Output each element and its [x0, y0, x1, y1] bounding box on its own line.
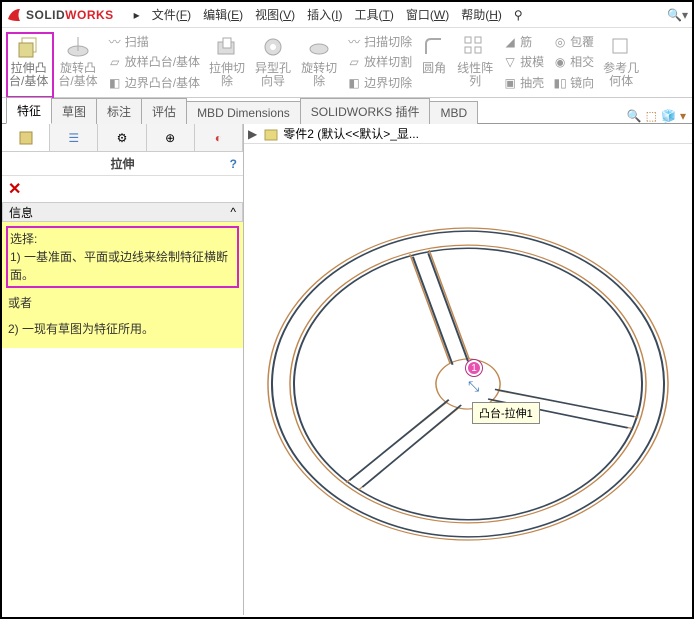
feature-tree-icon	[17, 129, 35, 147]
tab-evaluate[interactable]: 评估	[141, 98, 187, 124]
tab-annotate[interactable]: 标注	[96, 98, 142, 124]
pm-tab-config[interactable]: ⚙	[98, 124, 146, 151]
property-manager: ☰ ⚙ ⊕ ◐ 拉伸 ? ✕ 信息 ^ 选择: 1) 一基准面、平面或边线来绘制…	[2, 124, 244, 615]
command-tabs: 特征 草图 标注 评估 MBD Dimensions SOLIDWORKS 插件…	[2, 98, 692, 124]
loft-icon: ▱	[107, 55, 123, 71]
shell-button[interactable]: ▣抽壳	[499, 75, 547, 93]
expand-icon[interactable]: ▶	[248, 127, 257, 141]
linear-pattern-button[interactable]: 线性阵列	[453, 32, 497, 97]
part-icon	[263, 126, 279, 142]
tab-sketch[interactable]: 草图	[51, 98, 97, 124]
loft-button[interactable]: ▱放样凸台/基体	[104, 54, 203, 72]
pm-title: 拉伸 ?	[2, 152, 243, 176]
shell-icon: ▣	[502, 76, 518, 92]
reference-geometry-button[interactable]: 参考几何体	[599, 32, 643, 97]
pm-section-body: 选择: 1) 一基准面、平面或边线来绘制特征横断面。 或者 2) 一现有草图为特…	[2, 222, 243, 348]
property-icon: ☰	[68, 131, 79, 145]
draft-icon: ▽	[502, 55, 518, 71]
pm-tab-dimxpert[interactable]: ⊕	[147, 124, 195, 151]
fillet-button[interactable]: 圆角	[417, 32, 451, 97]
pm-section-header[interactable]: 信息 ^	[2, 202, 243, 222]
revolve-icon	[65, 34, 91, 60]
pm-actions: ✕	[2, 176, 243, 202]
rib-icon: ◢	[502, 34, 518, 50]
boundary-button[interactable]: ◧边界凸台/基体	[104, 75, 203, 93]
pm-option-1: 1) 一基准面、平面或边线来绘制特征横断面。	[10, 248, 235, 284]
tab-mbd[interactable]: MBD	[429, 101, 478, 124]
pattern-icon	[462, 34, 488, 60]
revolve-boss-button[interactable]: 旋转凸台/基体	[54, 32, 101, 97]
loft-cut-icon: ▱	[346, 55, 362, 71]
mirror-button[interactable]: ▮▯镜向	[549, 75, 597, 93]
feature-tooltip: 凸台-拉伸1	[472, 402, 540, 424]
search-icon[interactable]: 🔍▾	[667, 8, 688, 22]
sweep-cut-icon: 〰	[346, 34, 362, 50]
ribbon: 拉伸凸台/基体 旋转凸台/基体 〰扫描 ▱放样凸台/基体 ◧边界凸台/基体 拉伸…	[2, 28, 692, 98]
selection-badge: 1	[466, 360, 482, 376]
tab-features[interactable]: 特征	[6, 97, 52, 124]
dimxpert-icon: ⊕	[165, 131, 175, 145]
menu-edit[interactable]: 编辑(E)	[197, 6, 249, 23]
rib-button[interactable]: ◢筋	[499, 33, 547, 51]
app-logo-icon	[6, 7, 22, 23]
pm-select-label: 选择:	[10, 230, 235, 248]
boundary-cut-button[interactable]: ◧边界切除	[343, 75, 415, 93]
menu-pin-icon[interactable]: ⚲	[508, 8, 529, 22]
pm-tabs: ☰ ⚙ ⊕ ◐	[2, 124, 243, 152]
graphics-viewport[interactable]: ▶ 零件2 (默认<<默认>_显...	[244, 124, 692, 615]
intersect-button[interactable]: ◉相交	[549, 54, 597, 72]
doc-name: 零件2 (默认<<默认>_显...	[283, 125, 419, 142]
zoom-area-icon[interactable]: ⬚	[646, 109, 657, 123]
breadcrumb: ▶ 零件2 (默认<<默认>_显...	[244, 124, 692, 144]
draft-button[interactable]: ▽拔模	[499, 54, 547, 72]
appearance-icon: ◐	[215, 131, 222, 145]
work-area: ☰ ⚙ ⊕ ◐ 拉伸 ? ✕ 信息 ^ 选择: 1) 一基准面、平面或边线来绘制…	[2, 124, 692, 615]
highlight-annotation-2: 选择: 1) 一基准面、平面或边线来绘制特征横断面。	[6, 226, 239, 288]
pm-or-label: 或者	[8, 294, 237, 312]
sep-icon: ▸	[128, 8, 146, 22]
config-icon: ⚙	[117, 131, 128, 145]
collapse-icon: ^	[230, 205, 236, 219]
display-style-icon[interactable]: ▾	[680, 109, 686, 123]
menu-window[interactable]: 窗口(W)	[400, 6, 455, 23]
extrude-cut-button[interactable]: 拉伸切除	[205, 32, 249, 97]
help-icon[interactable]: ?	[230, 157, 237, 171]
highlight-annotation	[6, 32, 54, 98]
fillet-icon	[421, 34, 447, 60]
zoom-fit-icon[interactable]: 🔍	[627, 109, 642, 123]
menu-tools[interactable]: 工具(T)	[348, 6, 399, 23]
boundary-cut-icon: ◧	[346, 76, 362, 92]
extrude-cut-icon	[214, 34, 240, 60]
revolve-cut-button[interactable]: 旋转切除	[297, 32, 341, 97]
app-brand: SOLIDWORKS	[26, 7, 114, 22]
pm-option-2: 2) 一现有草图为特征所用。	[8, 320, 237, 338]
revolve-cut-icon	[306, 34, 332, 60]
refgeom-icon	[608, 34, 634, 60]
menu-help[interactable]: 帮助(H)	[455, 6, 508, 23]
intersect-icon: ◉	[552, 55, 568, 71]
sweep-icon: 〰	[107, 34, 123, 50]
view-orient-icon[interactable]: 🧊	[661, 109, 676, 123]
boundary-icon: ◧	[107, 76, 123, 92]
menu-insert[interactable]: 插入(I)	[301, 6, 348, 23]
hole-wizard-button[interactable]: 异型孔向导	[251, 32, 295, 97]
hole-icon	[260, 34, 286, 60]
view-toolbar: 🔍 ⬚ 🧊 ▾	[627, 109, 692, 123]
pm-tab-appearance[interactable]: ◐	[195, 124, 243, 151]
mirror-icon: ▮▯	[552, 76, 568, 92]
wrap-button[interactable]: ◎包覆	[549, 33, 597, 51]
cancel-button[interactable]: ✕	[8, 179, 21, 199]
menu-bar: SOLIDWORKS ▸ 文件(F) 编辑(E) 视图(V) 插入(I) 工具(…	[2, 2, 692, 28]
wrap-icon: ◎	[552, 34, 568, 50]
tab-addins[interactable]: SOLIDWORKS 插件	[300, 98, 431, 124]
origin-icon: ⤡	[468, 378, 479, 395]
tab-mbd-dim[interactable]: MBD Dimensions	[186, 101, 301, 124]
loft-cut-button[interactable]: ▱放样切割	[343, 54, 415, 72]
menu-file[interactable]: 文件(F)	[146, 6, 197, 23]
pm-tab-property[interactable]: ☰	[50, 124, 98, 151]
sweep-cut-button[interactable]: 〰扫描切除	[343, 33, 415, 51]
sweep-button[interactable]: 〰扫描	[104, 33, 203, 51]
pm-tab-feature[interactable]	[2, 124, 50, 151]
menu-view[interactable]: 视图(V)	[249, 6, 301, 23]
